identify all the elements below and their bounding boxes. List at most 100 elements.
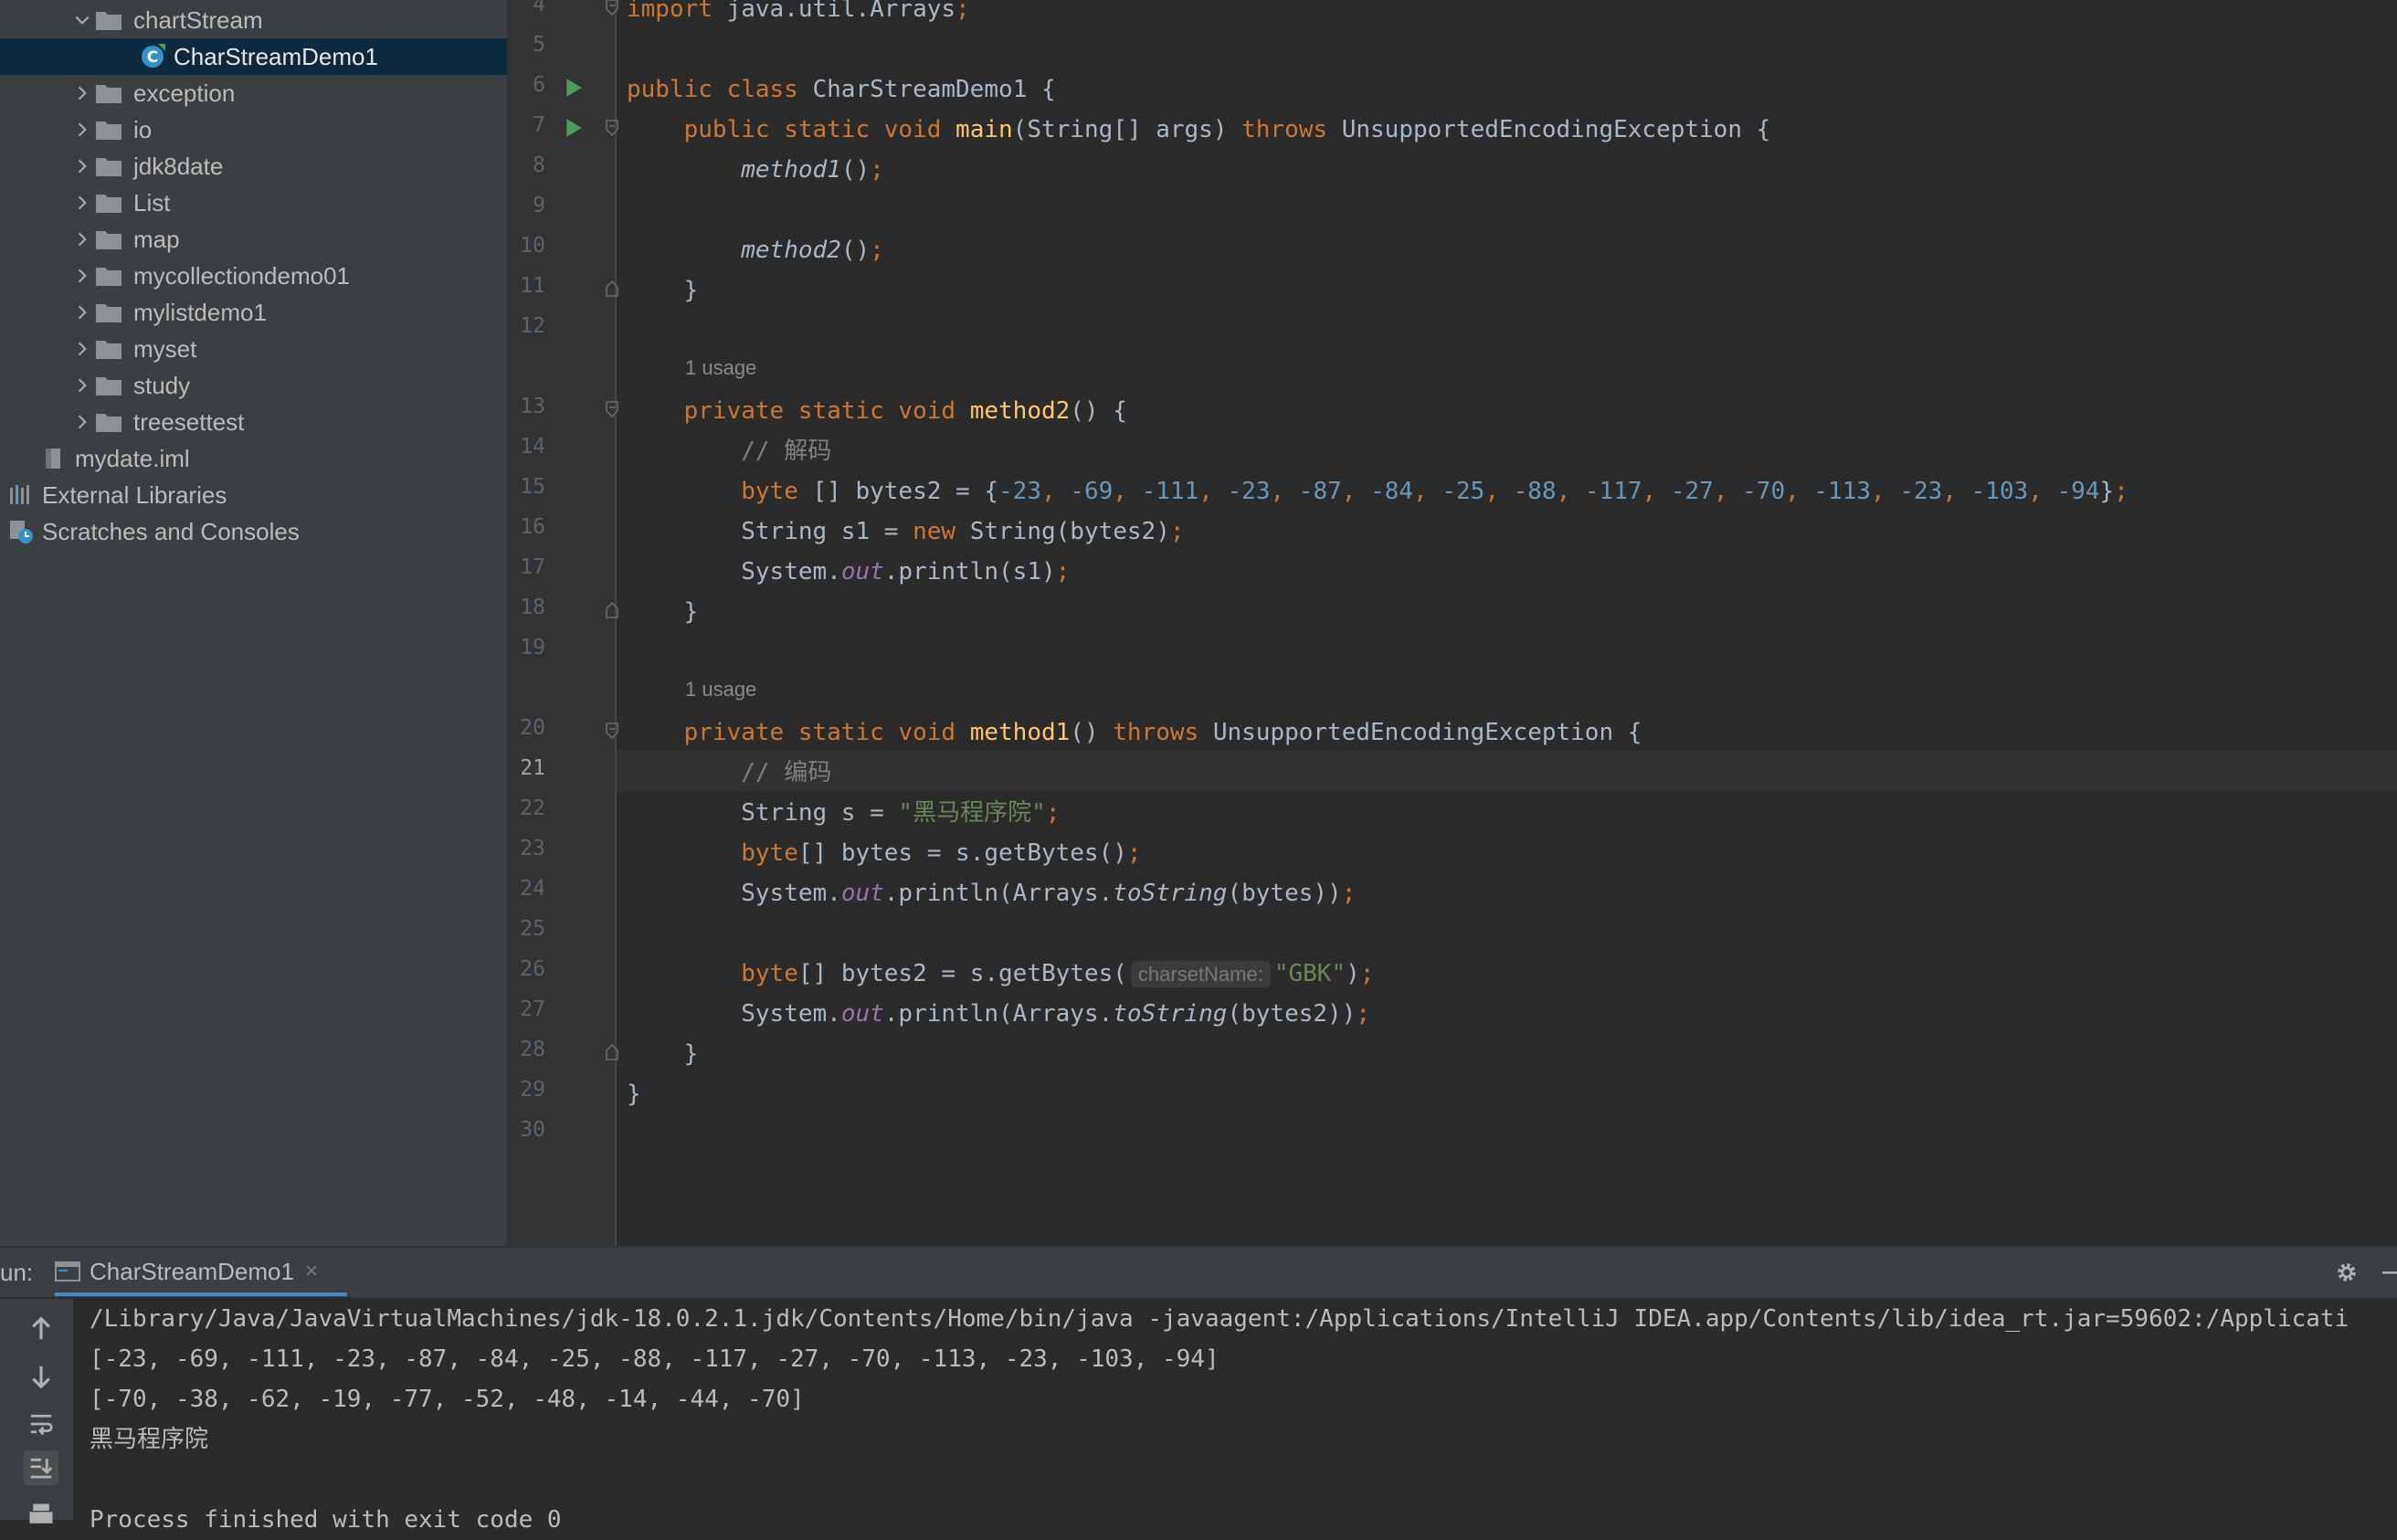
tree-item-mycollectiondemo01[interactable]: mycollectiondemo01 xyxy=(0,258,507,294)
tree-item-mylistdemo1[interactable]: mylistdemo1 xyxy=(0,294,507,331)
fold-end-icon[interactable] xyxy=(604,280,620,298)
close-tab-icon[interactable]: × xyxy=(305,1259,318,1284)
tree-item-myset[interactable]: myset xyxy=(0,331,507,367)
code-text: .println(Arrays. xyxy=(883,880,1114,907)
tree-item-list[interactable]: List xyxy=(0,185,507,221)
tree-item-scratches[interactable]: Scratches and Consoles xyxy=(0,513,507,550)
chevron-down-icon[interactable] xyxy=(69,7,95,33)
run-class-icon[interactable] xyxy=(564,78,584,98)
tree-item-jdk8date[interactable]: jdk8date xyxy=(0,148,507,185)
chevron-right-icon[interactable] xyxy=(69,409,95,435)
run-label: un: xyxy=(0,1259,34,1286)
scroll-to-end-button[interactable] xyxy=(24,1450,58,1485)
code-line-11[interactable]: } xyxy=(627,270,699,311)
arrow-up-icon xyxy=(32,1316,50,1340)
code-text: .println(Arrays. xyxy=(883,1000,1114,1028)
code-line-26[interactable]: byte[] bytes2 = s.getBytes(charsetName: "… xyxy=(627,954,1374,994)
console-icon xyxy=(55,1261,80,1282)
tree-item-external-libraries[interactable]: External Libraries xyxy=(0,477,507,513)
method-call: toString xyxy=(1113,880,1228,907)
code-text: UnsupportedEncodingException { xyxy=(1327,116,1771,143)
usage-hint[interactable]: 1 usage xyxy=(685,356,756,380)
code-line-24[interactable]: System.out.println(Arrays.toString(bytes… xyxy=(627,873,1356,913)
fold-icon[interactable] xyxy=(604,0,620,16)
code-text: .println(s1) xyxy=(883,558,1056,585)
tree-item-io[interactable]: io xyxy=(0,111,507,148)
code-line-27[interactable]: System.out.println(Arrays.toString(bytes… xyxy=(627,994,1370,1034)
code-line-16[interactable]: String s1 = new String(bytes2); xyxy=(627,512,1184,552)
fold-end-icon[interactable] xyxy=(604,1043,620,1061)
code-text: } xyxy=(683,277,699,304)
tree-item-label: map xyxy=(133,225,180,253)
comment: // 解码 xyxy=(741,438,832,465)
tree-item-label: treesettest xyxy=(133,407,245,436)
chevron-right-icon[interactable] xyxy=(69,190,95,216)
code-line-23[interactable]: byte[] bytes = s.getBytes(); xyxy=(627,833,1141,873)
code-text: ; xyxy=(1356,1000,1371,1028)
code-editor[interactable]: 4 5 6 7 8 9 10 11 12 13 14 15 16 17 18 1… xyxy=(509,0,2397,1246)
line-number: 30 xyxy=(520,1118,545,1142)
code-text: (bytes)) xyxy=(1227,880,1342,907)
scroll-down-button[interactable] xyxy=(24,1359,58,1394)
code-line-10[interactable]: method2(); xyxy=(627,230,884,270)
tree-item-chartstream[interactable]: chartStream xyxy=(0,2,507,38)
chevron-right-icon[interactable] xyxy=(69,227,95,252)
code-line-22[interactable]: String s = "黑马程序院"; xyxy=(627,793,1060,833)
fold-icon[interactable] xyxy=(604,119,620,137)
usage-hint[interactable]: 1 usage xyxy=(685,678,756,701)
tree-item-map[interactable]: map xyxy=(0,221,507,258)
string-literal: "GBK" xyxy=(1273,960,1346,987)
code-line-14[interactable]: // 解码 xyxy=(627,431,831,471)
tree-item-mydate-iml[interactable]: mydate.iml xyxy=(0,440,507,477)
tree-item-exception[interactable]: exception xyxy=(0,75,507,111)
chevron-right-icon[interactable] xyxy=(69,117,95,142)
soft-wrap-button[interactable] xyxy=(24,1407,58,1441)
code-line-13[interactable]: private static void method2() { xyxy=(627,391,1127,431)
line-number: 6 xyxy=(533,73,545,97)
minimize-icon[interactable] xyxy=(2379,1260,2397,1284)
line-number: 20 xyxy=(520,716,545,740)
print-button[interactable] xyxy=(24,1498,58,1533)
tree-item-charstreamdemo1[interactable]: C CharStreamDemo1 xyxy=(0,38,507,75)
soft-wrap-icon xyxy=(30,1414,53,1436)
tree-item-study[interactable]: study xyxy=(0,367,507,404)
line-number: 18 xyxy=(520,596,545,619)
code-line-6[interactable]: public class CharStreamDemo1 { xyxy=(627,69,1056,110)
method-call: method1 xyxy=(741,156,841,184)
chevron-right-icon[interactable] xyxy=(69,80,95,106)
chevron-right-icon[interactable] xyxy=(69,263,95,289)
run-main-icon[interactable] xyxy=(564,118,584,138)
code-text: System. xyxy=(741,558,841,585)
static-field: out xyxy=(840,1000,884,1028)
line-number: 29 xyxy=(520,1078,545,1102)
keyword: byte xyxy=(741,960,798,987)
code-line-20[interactable]: private static void method1() throws Uns… xyxy=(627,712,1642,753)
fold-icon[interactable] xyxy=(604,400,620,418)
code-line-28[interactable]: } xyxy=(627,1034,699,1074)
line-number: 22 xyxy=(520,796,545,820)
keyword: new xyxy=(913,518,956,545)
tree-item-label: exception xyxy=(133,79,236,107)
tree-item-treesettest[interactable]: treesettest xyxy=(0,404,507,440)
fold-end-icon[interactable] xyxy=(604,601,620,619)
scroll-up-button[interactable] xyxy=(24,1312,58,1346)
code-line-21[interactable]: // 编码 xyxy=(627,753,831,793)
line-number: 12 xyxy=(520,314,545,338)
code-line-29[interactable]: } xyxy=(627,1074,641,1114)
chevron-right-icon[interactable] xyxy=(69,300,95,325)
fold-icon[interactable] xyxy=(604,722,620,740)
chevron-right-icon[interactable] xyxy=(69,373,95,398)
code-line-18[interactable]: } xyxy=(627,592,699,632)
chevron-right-icon[interactable] xyxy=(69,153,95,179)
gear-icon[interactable] xyxy=(2335,1260,2359,1284)
code-text: ; xyxy=(2114,478,2128,505)
code-text: } xyxy=(683,598,699,626)
code-line-8[interactable]: method1(); xyxy=(627,150,884,190)
method-call: method2 xyxy=(741,237,841,264)
code-line-7[interactable]: public static void main(String[] args) t… xyxy=(627,110,1771,150)
chevron-right-icon[interactable] xyxy=(69,336,95,362)
code-line-4[interactable]: import java.util.Arrays; xyxy=(627,0,970,29)
code-line-15[interactable]: byte [] bytes2 = {-23, -69, -111, -23, -… xyxy=(627,471,2128,512)
code-line-17[interactable]: System.out.println(s1); xyxy=(627,552,1070,592)
run-tab[interactable]: CharStreamDemo1 × xyxy=(55,1248,318,1295)
